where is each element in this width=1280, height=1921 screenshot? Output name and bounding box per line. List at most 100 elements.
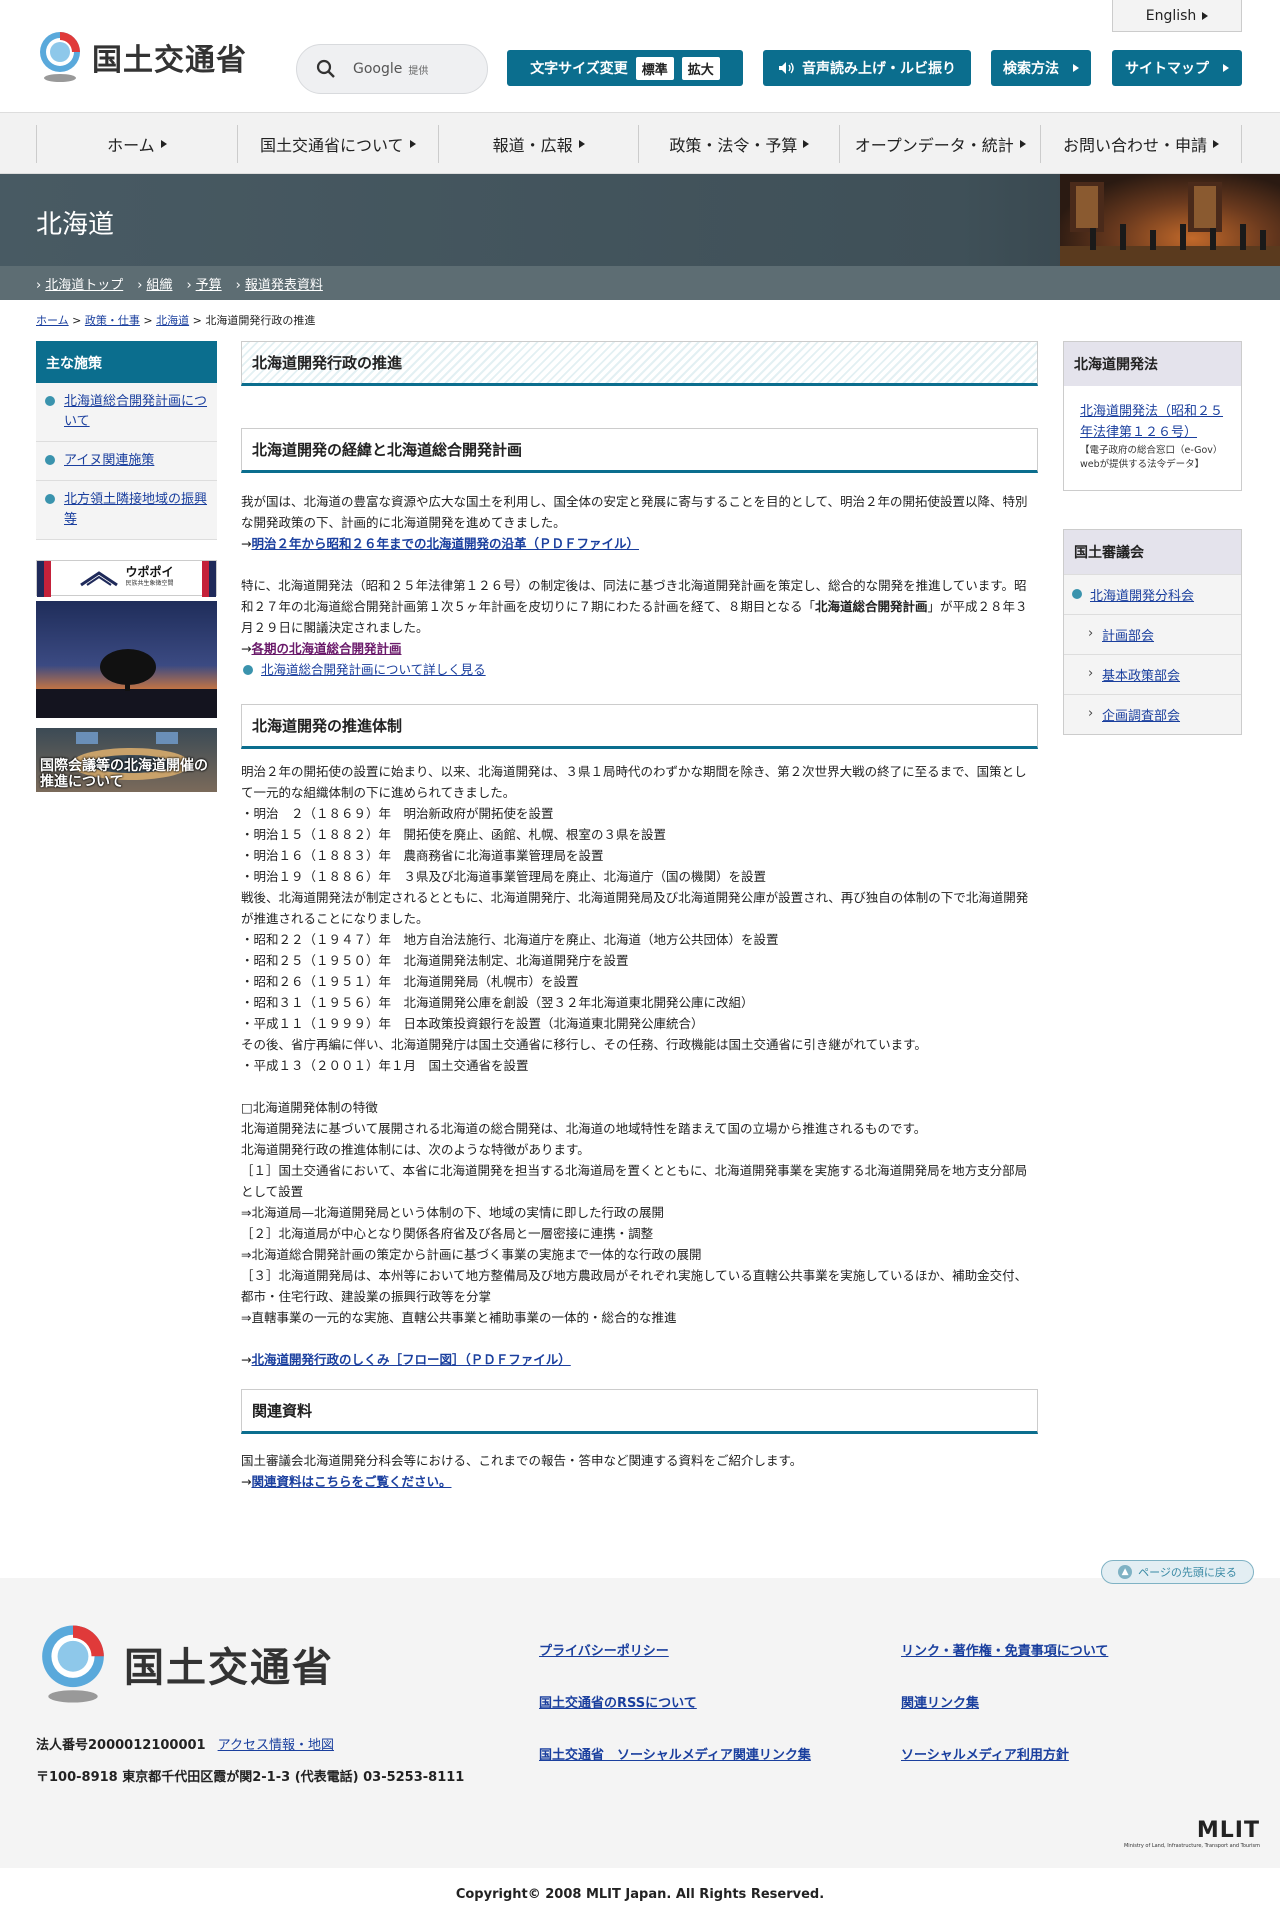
sitemap-button[interactable]: サイトマップ (1112, 50, 1242, 86)
planning-research-committee-link[interactable]: 企画調査部会 (1102, 705, 1180, 724)
sec2-feature-line: 北海道開発行政の推進体制には、次のような特徴があります。 (241, 1142, 590, 1157)
subnav-budget[interactable]: 予算 (186, 274, 222, 293)
font-size-large-button[interactable]: 拡大 (681, 56, 720, 80)
triangle-right-icon (1213, 140, 1220, 148)
search-box[interactable]: Google 提供 (296, 44, 488, 94)
logo-text: 国土交通省 (92, 43, 247, 78)
breadcrumb-home[interactable]: ホーム (36, 314, 69, 327)
left-item-label[interactable]: アイヌ関連施策 (64, 453, 154, 468)
region-subnav: 北海道トップ 組織 予算 報道発表資料 (0, 266, 1280, 300)
voice-reading-button[interactable]: 音声読み上げ・ルビ振り (763, 50, 971, 86)
gnav-home[interactable]: ホーム (36, 125, 237, 163)
gnav-policy[interactable]: 政策・法令・予算 (638, 125, 839, 163)
social-media-links-link[interactable]: 国土交通省 ソーシャルメディア関連リンク集 (539, 1744, 811, 1763)
sec2-line: ・明治１５（１８８２）年 開拓使を廃止、函館、札幌、根室の３県を設置 (241, 827, 667, 842)
gnav-about[interactable]: 国土交通省について (236, 125, 438, 163)
basic-policy-committee-item[interactable]: 基本政策部会 (1064, 654, 1241, 694)
left-item-northern-territories[interactable]: 北方領土隣接地域の振興等 (36, 481, 217, 540)
breadcrumb-sep: > (68, 314, 85, 327)
font-size-normal-button[interactable]: 標準 (635, 56, 674, 80)
planning-committee-item[interactable]: 計画部会 (1064, 614, 1241, 654)
footer-logo-text: 国土交通省 (124, 1645, 334, 1691)
related-docs-link[interactable]: 関連資料はこちらをご覧ください。 (251, 1474, 451, 1489)
gnav-label: オープンデータ・統計 (854, 136, 1014, 155)
national-land-council-box: 国土審議会 北海道開発分科会 計画部会 基本政策部会 企画調査部会 (1063, 529, 1242, 735)
global-nav: ホーム 国土交通省について 報道・広報 政策・法令・予算 オープンデータ・統計 … (0, 112, 1280, 174)
left-item-development-plan[interactable]: 北海道総合開発計画について (36, 383, 217, 442)
address: 〒100-8918 東京都千代田区霞が関2-1-3 (代表電話) 03-5253… (36, 1770, 465, 1785)
hokkaido-subcommittee-item[interactable]: 北海道開発分科会 (1064, 574, 1241, 614)
search-method-button[interactable]: 検索方法 (991, 50, 1091, 86)
search-provider-label: 提供 (408, 65, 429, 77)
flow-chart-pdf-link[interactable]: 北海道開発行政のしくみ［フロー図］（ＰＤＦファイル） (251, 1352, 570, 1367)
privacy-policy-link[interactable]: プライバシーポリシー (539, 1640, 669, 1659)
sec2-feature-line: ⇒北海道局—北海道開発局という体制の下、地域の実情に即した行政の展開 (241, 1205, 664, 1220)
page: 国土交通省 Google 提供 English 文字サイズ変更 標準 拡大 音声… (0, 0, 1280, 1921)
international-conference-banner[interactable]: 国際会議等の北海道開催の推進について (36, 728, 217, 792)
plan-details-link[interactable]: 北海道総合開発計画について詳しく見る (261, 662, 486, 677)
english-label: English (1145, 7, 1197, 24)
subnav-organization[interactable]: 組織 (137, 274, 172, 293)
gnav-opendata[interactable]: オープンデータ・統計 (839, 125, 1040, 163)
sec1-plans-link-row: →各期の北海道総合開発計画 (241, 638, 1038, 659)
font-size-label: 文字サイズ変更 (530, 61, 628, 77)
section-heading: 北海道開発の経緯と北海道総合開発計画 (241, 428, 1038, 473)
gnav-contact[interactable]: お問い合わせ・申請 (1040, 125, 1242, 163)
rbox-heading: 北海道開発法 (1064, 342, 1241, 386)
subnav-press-releases[interactable]: 報道発表資料 (236, 274, 323, 293)
site-footer: 国土交通省 法人番号2000012100001 アクセス情報・地図 〒100-89… (0, 1578, 1280, 1868)
sec2-feature-line: ⇒北海道総合開発計画の策定から計画に基づく事業の実施まで一体的な行政の展開 (241, 1247, 702, 1262)
sec2-feature-line: ［２］北海道局が中心となり関係各府省及び各局と一層密接に連携・調整 (241, 1226, 654, 1241)
copyright-disclaimer-link[interactable]: リンク・著作権・免責事項について (901, 1640, 1108, 1659)
font-size-control: 文字サイズ変更 標準 拡大 (507, 50, 743, 86)
triangle-right-icon (1073, 64, 1079, 72)
mlit-wordmark: MLIT Ministry of Land, Infrastructure, T… (1100, 1818, 1260, 1849)
back-to-top-button[interactable]: ▲ ページの先頭に戻る (1101, 1560, 1254, 1584)
search-method-label: 検索方法 (1003, 61, 1059, 77)
banner-edge (37, 561, 51, 597)
upopoy-logo-icon (80, 571, 119, 587)
planning-committee-link[interactable]: 計画部会 (1102, 625, 1154, 644)
left-item-label[interactable]: 北方領土隣接地域の振興等 (64, 492, 207, 527)
sec2-feature-line: ⇒直轄事業の一元的な実施、直轄公共事業と補助事業の一体的・総合的な推進 (241, 1310, 677, 1325)
access-map-link[interactable]: アクセス情報・地図 (218, 1738, 334, 1753)
corporate-number: 法人番号2000012100001 (36, 1738, 206, 1753)
gnav-label: 政策・法令・予算 (669, 136, 798, 155)
sec2-line: ・明治１９（１８８６）年 ３県及び北海道事業管理局を廃止、北海道庁（国の機関）を… (241, 869, 767, 884)
related-links-link[interactable]: 関連リンク集 (901, 1692, 979, 1711)
left-item-label[interactable]: 北海道総合開発計画について (64, 394, 207, 429)
gnav-press[interactable]: 報道・広報 (437, 125, 639, 163)
rss-link[interactable]: 国土交通省のRSSについて (539, 1692, 697, 1711)
gnav-label: ホーム (107, 136, 155, 155)
mlit-logo[interactable]: 国土交通省 (36, 30, 247, 84)
breadcrumb-policy[interactable]: 政策・仕事 (85, 314, 140, 327)
sec2-feature-line: □北海道開発体制の特徴 (241, 1100, 378, 1115)
upopoy-sub-label: 民族共生象徴空間 (125, 580, 174, 587)
upopoy-label: ウポポイ (125, 565, 174, 579)
search-icon[interactable] (315, 58, 337, 80)
breadcrumb-hokkaido[interactable]: 北海道 (156, 314, 189, 327)
sec1-paragraph: 我が国は、北海道の豊富な資源や広大な国土を利用し、国全体の安定と発展に寄与するこ… (241, 494, 1028, 530)
history-pdf-link[interactable]: 明治２年から昭和２６年までの北海道開発の沿革（ＰＤＦファイル） (251, 536, 639, 551)
subnav-top[interactable]: 北海道トップ (36, 274, 123, 293)
each-plan-link[interactable]: 各期の北海道総合開発計画 (251, 641, 401, 656)
sec1-p2-bold: 北海道総合開発計画 (815, 599, 928, 614)
left-item-ainu[interactable]: アイヌ関連施策 (36, 442, 217, 481)
hokkaido-subcommittee-link[interactable]: 北海道開発分科会 (1090, 585, 1194, 604)
basic-policy-committee-link[interactable]: 基本政策部会 (1102, 665, 1180, 684)
upopoy-banner[interactable]: ウポポイ 民族共生象徴空間 (36, 560, 217, 597)
development-act-link[interactable]: 北海道開発法（昭和２５年法律第１２６号） (1080, 404, 1223, 440)
footer-logo[interactable]: 国土交通省 (36, 1622, 334, 1706)
breadcrumb-sep: > (189, 314, 206, 327)
copyright: Copyright© 2008 MLIT Japan. All Rights R… (0, 1868, 1280, 1921)
sec2-feature-line: ［３］北海道開発局は、本州等において地方整備局及び地方農政局がそれぞれ実施してい… (241, 1268, 1028, 1304)
english-button[interactable]: English (1112, 0, 1242, 32)
sec3-paragraph: 国土審議会北海道開発分科会等における、これまでの報告・答申など関連する資料をご紹… (241, 1453, 803, 1468)
sitemap-label: サイトマップ (1125, 61, 1209, 77)
social-media-policy-link[interactable]: ソーシャルメディア利用方針 (901, 1744, 1069, 1763)
triangle-right-icon (803, 140, 810, 148)
sec2-line: ・昭和３１（１９５６）年 北海道開発公庫を創設（翌３２年北海道東北開発公庫に改組… (241, 995, 754, 1010)
breadcrumb: ホーム > 政策・仕事 > 北海道 > 北海道開発行政の推進 (36, 312, 315, 328)
hokkaido-tree-photo-banner[interactable] (36, 601, 217, 718)
planning-research-committee-item[interactable]: 企画調査部会 (1064, 694, 1241, 734)
